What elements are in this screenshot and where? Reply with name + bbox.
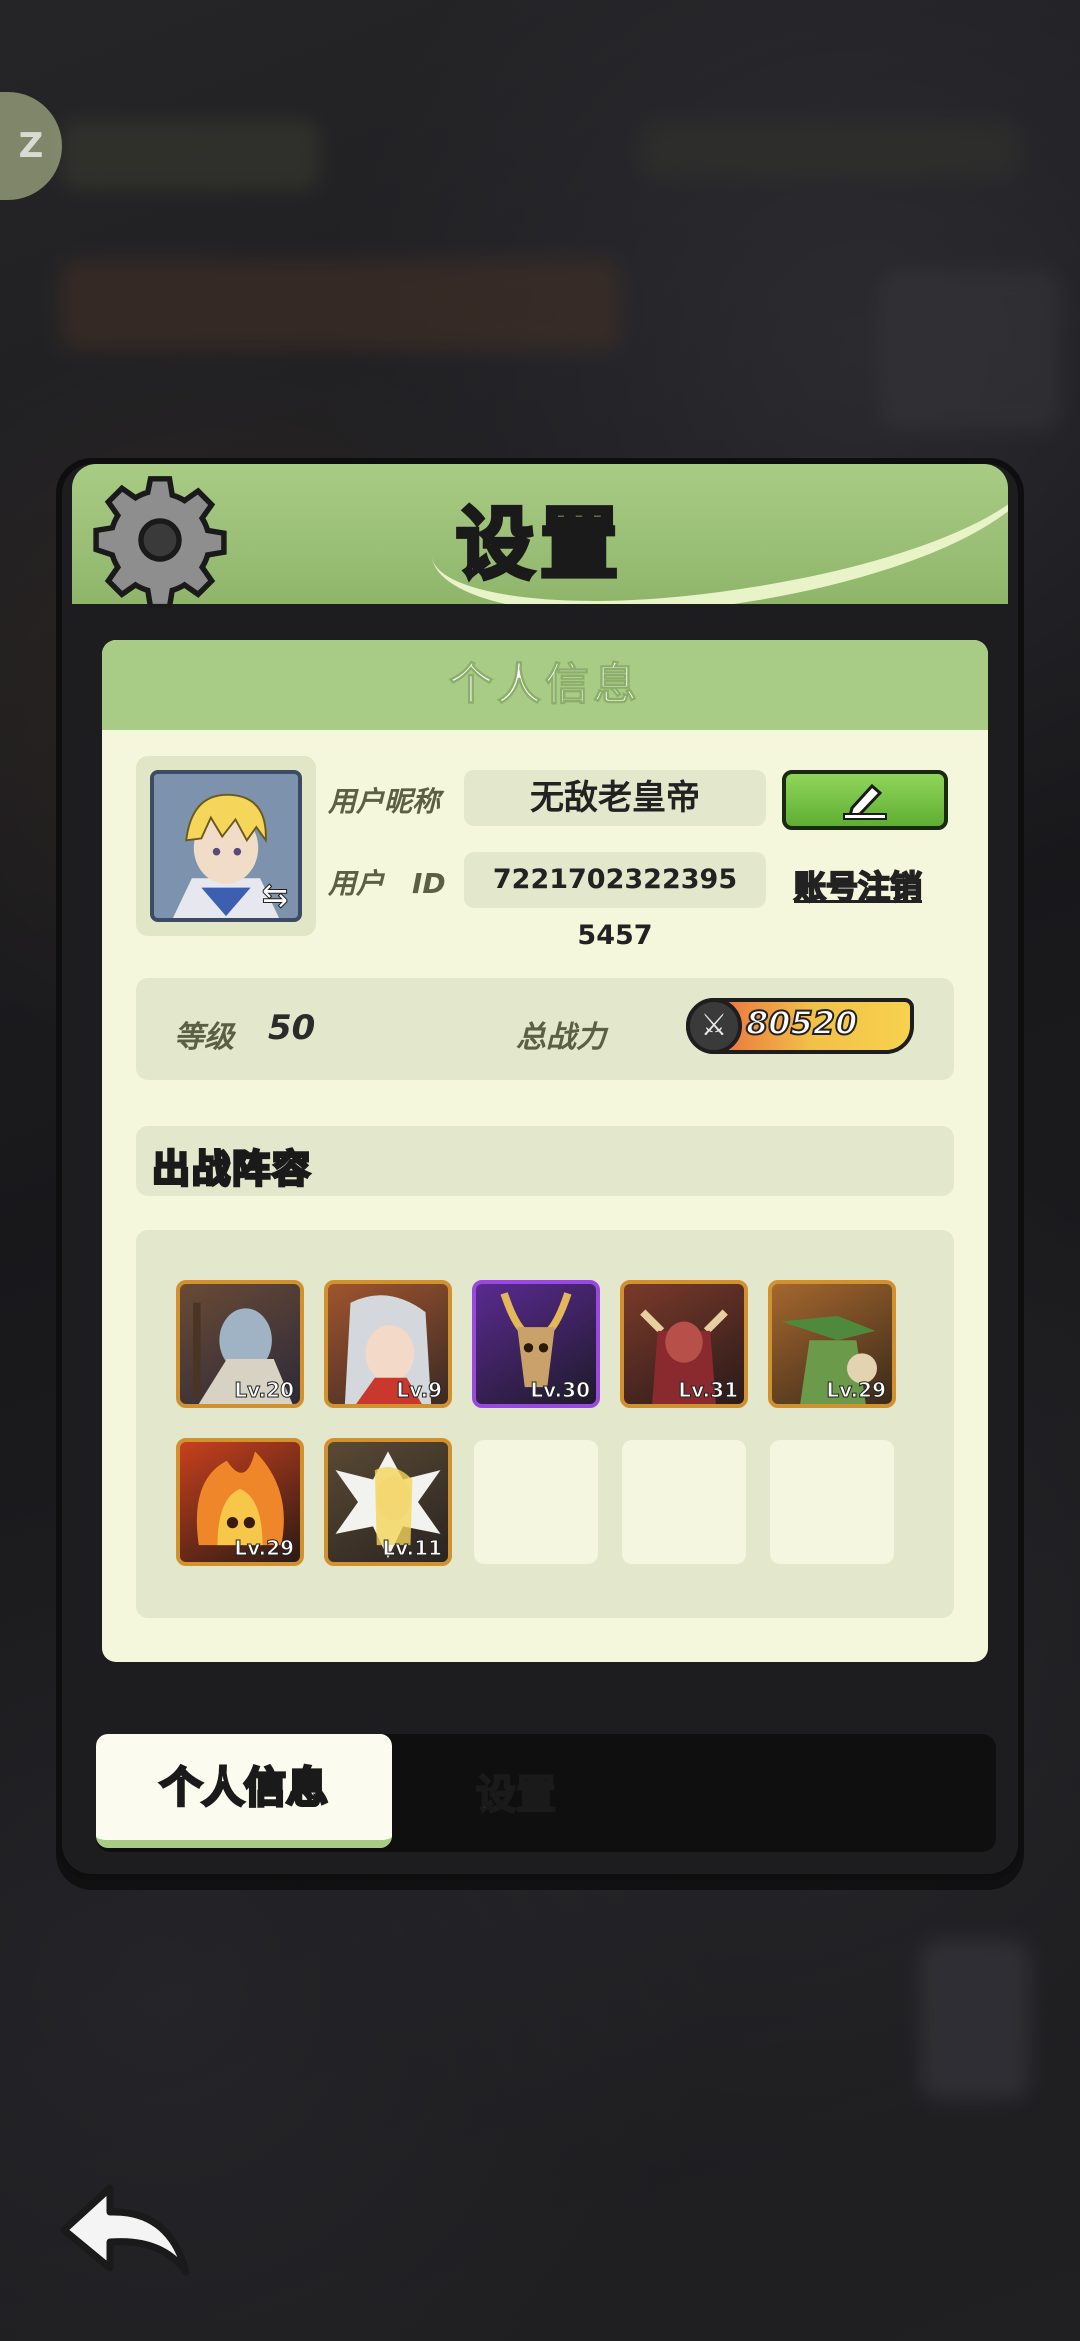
hero-level: Lv.31 — [678, 1378, 739, 1403]
hero-slot[interactable]: Lv.29 — [768, 1280, 896, 1408]
tab-profile[interactable]: 个人信息 — [96, 1734, 392, 1848]
hero-slot[interactable]: Lv.9 — [324, 1280, 452, 1408]
back-arrow-icon[interactable] — [58, 2180, 194, 2280]
swap-icon[interactable]: ⇆ — [258, 878, 292, 913]
userid-field: 7221702322395 5457 — [464, 852, 766, 951]
avatar[interactable]: ⇆ — [150, 770, 302, 922]
nickname-label: 用户昵称 — [328, 785, 441, 818]
gear-icon — [93, 476, 227, 608]
power-badge: ⚔ 80520 — [686, 998, 914, 1054]
tab-bar: 个人信息 设置 — [96, 1734, 996, 1852]
hero-level: Lv.29 — [826, 1378, 887, 1403]
power-label: 总战力 — [516, 1020, 606, 1055]
crossed-swords-icon: ⚔ — [686, 998, 742, 1054]
hero-slot[interactable]: Lv.20 — [176, 1280, 304, 1408]
edit-nickname-button[interactable] — [782, 770, 948, 830]
lineup-title: 出战阵容 — [150, 1146, 313, 1193]
hero-level: Lv.29 — [234, 1536, 295, 1561]
level-value: 50 — [268, 1008, 316, 1048]
empty-hero-slot[interactable] — [770, 1440, 894, 1564]
level-label: 等级 — [174, 1020, 234, 1055]
userid-label: 用户 ID — [328, 867, 446, 900]
hero-slot[interactable]: Lv.30 — [472, 1280, 600, 1408]
empty-hero-slot[interactable] — [474, 1440, 598, 1564]
hero-slot[interactable]: Lv.29 — [176, 1438, 304, 1566]
nickname-field: 无敌老皇帝 — [464, 770, 766, 826]
lineup-grid: Lv.20 Lv.9 Lv.30 Lv.31 Lv.29 Lv.29 Lv.11 — [136, 1230, 954, 1618]
hero-level: Lv.30 — [530, 1378, 591, 1403]
lineup-header: 出战阵容 — [136, 1126, 954, 1196]
hero-level: Lv.9 — [396, 1378, 443, 1403]
settings-dialog: 设置 个人信息 ⇆ 用户昵称 无敌老皇帝 用户 ID 7221702322395… — [56, 458, 1024, 1880]
pencil-icon — [843, 783, 887, 820]
stats-row: 等级 50 总战力 ⚔ 80520 — [136, 978, 954, 1080]
tab-settings[interactable]: 设置 — [475, 1762, 557, 1820]
empty-hero-slot[interactable] — [622, 1440, 746, 1564]
section-title: 个人信息 — [102, 640, 988, 730]
account-delete-link[interactable]: 账号注销 — [793, 862, 923, 908]
profile-card: 个人信息 ⇆ 用户昵称 无敌老皇帝 用户 ID 7221702322395 54… — [102, 640, 988, 1662]
hero-level: Lv.11 — [382, 1536, 443, 1561]
hero-level: Lv.20 — [234, 1378, 295, 1403]
hero-slot[interactable]: Lv.31 — [620, 1280, 748, 1408]
avatar-frame[interactable]: ⇆ — [136, 756, 316, 936]
power-value: 80520 — [745, 1003, 858, 1043]
hero-slot[interactable]: Lv.11 — [324, 1438, 452, 1566]
